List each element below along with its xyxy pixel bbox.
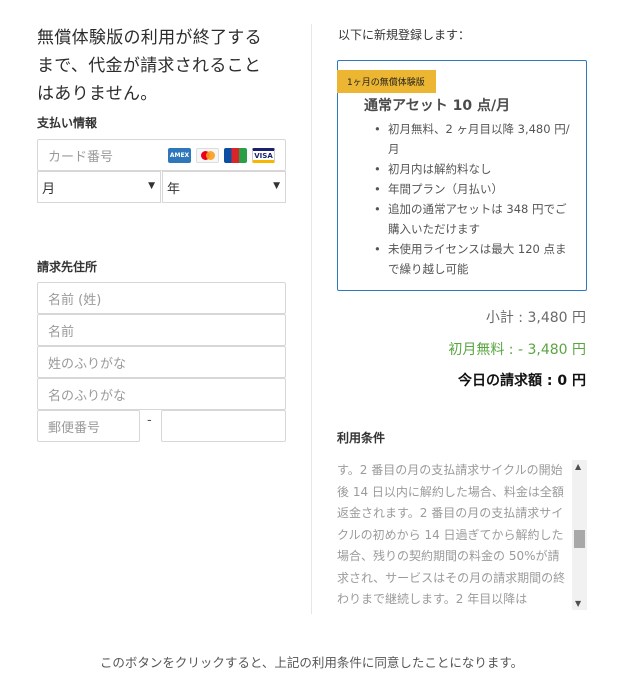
column-divider (311, 24, 312, 614)
first-name-kana-placeholder: 名のふりがな (48, 388, 127, 404)
mastercard-icon (196, 148, 219, 163)
terms-scroll-area[interactable]: す。2 番目の月の支払請求サイクルの開始後 14 日以内に解約した場合、料金は全… (337, 460, 587, 610)
scroll-up-icon[interactable]: ▲ (575, 462, 581, 471)
subtotal: 小計 : 3,480 円 (485, 310, 586, 326)
first-name-input[interactable]: 名前 (37, 314, 286, 346)
plan-feature: 年間プラン（月払い） (374, 179, 578, 199)
billing-address-label: 請求先住所 (37, 260, 98, 274)
chevron-down-icon: ▼ (148, 181, 155, 191)
plan-card: 1ヶ月の無償体験版 通常アセット 10 点/月 初月無料、2 ヶ月目以降 3,4… (337, 60, 587, 291)
first-name-placeholder: 名前 (48, 324, 75, 340)
plan-feature: 初月無料、2 ヶ月目以降 3,480 円/月 (374, 119, 578, 159)
last-name-input[interactable]: 名前 (姓) (37, 282, 286, 314)
scroll-down-icon[interactable]: ▼ (575, 599, 581, 608)
postal-code-input-1[interactable]: 郵便番号 (37, 410, 140, 442)
card-number-placeholder: カード番号 (48, 149, 114, 165)
register-title: 以下に新規登録します： (338, 28, 471, 42)
jcb-icon (224, 148, 247, 163)
chevron-down-icon: ▼ (273, 181, 280, 191)
amex-icon: AMEX (168, 148, 191, 163)
terms-label: 利用条件 (337, 431, 386, 445)
terms-text: す。2 番目の月の支払請求サイクルの開始後 14 日以内に解約した場合、料金は全… (337, 463, 566, 606)
last-name-placeholder: 名前 (姓) (48, 292, 102, 308)
last-name-kana-input[interactable]: 姓のふりがな (37, 346, 286, 378)
last-name-kana-placeholder: 姓のふりがな (48, 356, 127, 372)
visa-icon: VISA (252, 148, 275, 163)
first-month-discount: 初月無料 : - 3,480 円 (448, 342, 586, 358)
plan-feature: 未使用ライセンスは最大 120 点まで繰り越し可能 (374, 239, 578, 279)
expiry-month-value: 月 (42, 181, 56, 197)
card-number-input[interactable]: カード番号 AMEX VISA (37, 139, 286, 171)
expiry-year-select[interactable]: 年 ▼ (162, 171, 286, 203)
first-name-kana-input[interactable]: 名のふりがな (37, 378, 286, 410)
postal-separator: - (147, 413, 152, 428)
plan-features: 初月無料、2 ヶ月目以降 3,480 円/月 初月内は解約料なし 年間プラン（月… (374, 119, 578, 279)
expiry-year-value: 年 (167, 181, 181, 197)
payment-info-label: 支払い情報 (37, 116, 98, 130)
trial-info: 無償体験版の利用が終了するまで、代金が請求されることはありません。 (37, 24, 287, 108)
terms-scrollbar[interactable]: ▲ ▼ (572, 460, 587, 610)
agreement-note: このボタンをクリックすると、上記の利用条件に同意したことになります。 (99, 655, 524, 670)
expiry-month-select[interactable]: 月 ▼ (37, 171, 161, 203)
card-brand-icons: AMEX VISA (168, 148, 275, 163)
plan-feature: 初月内は解約料なし (374, 159, 578, 179)
plan-name: 通常アセット 10 点/月 (364, 98, 511, 114)
headline: 無償体験版の利用が終了するまで、代金が請求されることはありません。 (37, 28, 262, 104)
scrollbar-thumb[interactable] (574, 530, 585, 548)
plan-feature: 追加の通常アセットは 348 円でご購入いただけます (374, 199, 578, 239)
postal-code-input-2[interactable] (161, 410, 286, 442)
postal-code-placeholder: 郵便番号 (48, 420, 101, 436)
trial-badge: 1ヶ月の無償体験版 (337, 70, 436, 93)
today-total: 今日の請求額 : 0 円 (458, 373, 586, 389)
